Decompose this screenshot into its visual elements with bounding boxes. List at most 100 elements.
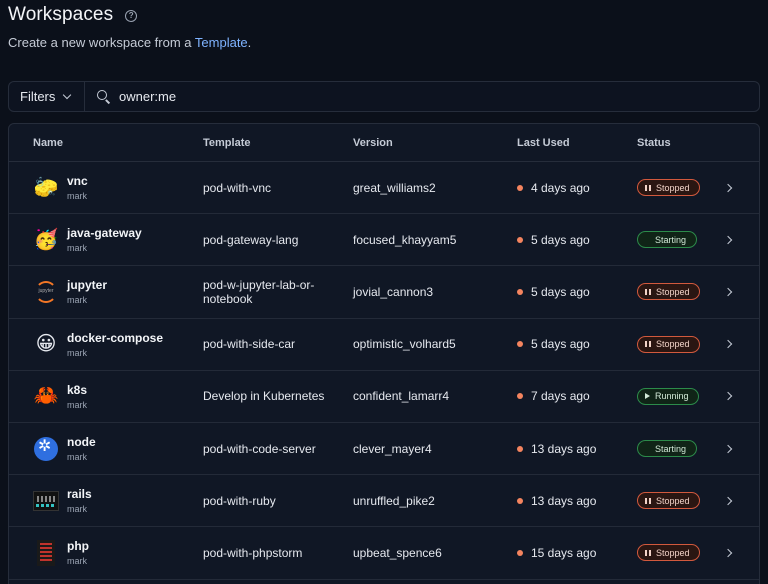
smiley-icon: 😀	[35, 333, 57, 356]
workspace-name-block: docker-compose mark	[67, 331, 163, 358]
chevron-right-icon[interactable]	[723, 444, 733, 453]
chevron-right-icon[interactable]	[723, 496, 733, 505]
workspace-version: optimistic_volhard5	[353, 337, 456, 352]
search-input[interactable]	[119, 89, 719, 104]
filters-button[interactable]: Filters	[9, 82, 85, 111]
last-used-text: 4 days ago	[531, 180, 590, 195]
table-header: Name Template Version Last Used Status	[9, 124, 759, 162]
last-used-text: 13 days ago	[531, 441, 597, 456]
play-icon	[645, 393, 650, 400]
workspace-owner: mark	[67, 191, 87, 202]
search-bar: Filters	[8, 81, 760, 112]
kubernetes-icon	[33, 436, 59, 462]
last-used-text: 15 days ago	[531, 545, 597, 560]
workspace-name-block: k8s mark	[67, 383, 87, 410]
search-field[interactable]	[85, 82, 759, 111]
column-header-version[interactable]: Version	[353, 137, 393, 149]
workspace-owner: mark	[67, 504, 87, 515]
status-text: Stopped	[656, 286, 690, 297]
workspace-version: clever_mayer4	[353, 441, 432, 456]
table-row[interactable]: 🥳 java-gateway mark pod-gateway-lang focused…	[9, 214, 759, 267]
page-subtitle: Create a new workspace from a Template.	[8, 35, 251, 50]
workspaces-table: Name Template Version Last Used Status 🧽…	[8, 123, 760, 584]
workspace-name-block: rails mark	[67, 487, 92, 514]
last-used-text: 5 days ago	[531, 232, 590, 247]
workspace-last-used: 4 days ago	[517, 181, 590, 195]
pause-icon	[645, 341, 651, 348]
last-used-text: 5 days ago	[531, 337, 590, 352]
column-header-template[interactable]: Template	[203, 137, 250, 149]
table-row[interactable]: rails mark pod-with-ruby unruffled_pike2 13 …	[9, 475, 759, 528]
workspace-last-used: 5 days ago	[517, 337, 590, 351]
workspace-name: jupyter	[67, 278, 108, 293]
status-badge: Starting	[637, 231, 698, 249]
party-face-icon: 🥳	[33, 228, 59, 251]
status-badge: Stopped	[637, 283, 700, 301]
activity-dot-icon	[517, 236, 523, 243]
workspace-last-used: 5 days ago	[517, 285, 590, 299]
workspace-name-block: java-gateway mark	[67, 226, 142, 253]
last-used-text: 13 days ago	[531, 493, 597, 508]
status-text: Stopped	[656, 547, 690, 558]
activity-dot-icon	[517, 288, 523, 295]
status-text: Stopped	[656, 339, 690, 350]
table-row[interactable]: php mark pod-with-phpstorm upbeat_spence6 15…	[9, 527, 759, 580]
activity-dot-icon	[517, 549, 523, 556]
subtitle-text: Create a new workspace from a	[8, 35, 195, 50]
workspace-name: rails	[67, 487, 92, 502]
workspace-version: confident_lamarr4	[353, 389, 450, 404]
table-row[interactable]: node mark pod-with-code-server clever_mayer…	[9, 423, 759, 476]
table-row[interactable]: 🧽 vnc mark pod-with-vnc great_williams2 4 day…	[9, 162, 759, 215]
table-row[interactable]: 😀 docker-compose mark pod-with-side-car opti…	[9, 319, 759, 371]
workspace-template: pod-w-jupyter-lab-or-notebook	[203, 277, 315, 306]
workspace-template: pod-gateway-lang	[203, 232, 299, 247]
status-badge: Stopped	[637, 179, 700, 197]
pause-icon	[645, 288, 651, 295]
last-used-text: 7 days ago	[531, 389, 590, 404]
workspace-name: java-gateway	[67, 226, 142, 241]
status-badge: Stopped	[637, 492, 700, 510]
workspace-name: k8s	[67, 382, 88, 397]
sponge-icon: 🧽	[33, 176, 59, 199]
workspace-name: node	[67, 435, 96, 450]
last-used-text: 5 days ago	[531, 284, 590, 299]
workspace-name-block: jupyter mark	[67, 278, 107, 305]
chevron-right-icon[interactable]	[723, 548, 733, 558]
workspace-name-block: php mark	[67, 539, 89, 566]
chevron-right-icon[interactable]	[723, 183, 733, 192]
workspace-version: focused_khayyam5	[353, 232, 457, 247]
workspace-version: great_williams2	[353, 180, 436, 195]
jupyter-icon: jupyter	[33, 279, 59, 305]
chevron-right-icon[interactable]	[723, 287, 733, 297]
chevron-down-icon	[63, 90, 72, 100]
column-header-status[interactable]: Status	[637, 137, 671, 149]
title-row: Workspaces ?	[8, 4, 251, 26]
template-link[interactable]: Template	[195, 35, 248, 50]
workspace-owner: mark	[67, 556, 87, 567]
workspace-last-used: 7 days ago	[517, 389, 590, 403]
help-icon[interactable]: ?	[125, 10, 138, 22]
table-row[interactable]: 🦀 k8s mark Develop in Kubernetes confident_l…	[9, 371, 759, 423]
workspace-last-used: 13 days ago	[517, 494, 596, 508]
page-header: Workspaces ? Create a new workspace from…	[8, 4, 251, 50]
chevron-right-icon[interactable]	[723, 235, 733, 245]
column-header-last-used[interactable]: Last Used	[517, 137, 570, 149]
status-badge: Stopped	[637, 544, 700, 562]
workspace-last-used: 15 days ago	[517, 546, 596, 560]
chevron-right-icon[interactable]	[723, 392, 733, 401]
pause-icon	[645, 184, 651, 191]
status-badge: Stopped	[637, 335, 700, 353]
workspace-template: pod-with-phpstorm	[203, 545, 303, 560]
column-header-name[interactable]: Name	[33, 137, 63, 149]
table-row[interactable]: jupyter jupyter mark pod-w-jupyter-lab-or-n…	[9, 266, 759, 319]
activity-dot-icon	[517, 393, 523, 400]
status-text: Starting	[655, 443, 687, 454]
workspace-name-block: node mark	[67, 435, 96, 462]
workspace-template: Develop in Kubernetes	[203, 389, 325, 404]
search-icon	[97, 89, 111, 104]
status-text: Starting	[655, 234, 687, 245]
status-text: Stopped	[656, 495, 690, 506]
workspace-template: pod-with-side-car	[203, 337, 296, 352]
chevron-right-icon[interactable]	[723, 339, 733, 349]
table-body: 🧽 vnc mark pod-with-vnc great_williams2 4 day…	[9, 162, 759, 580]
